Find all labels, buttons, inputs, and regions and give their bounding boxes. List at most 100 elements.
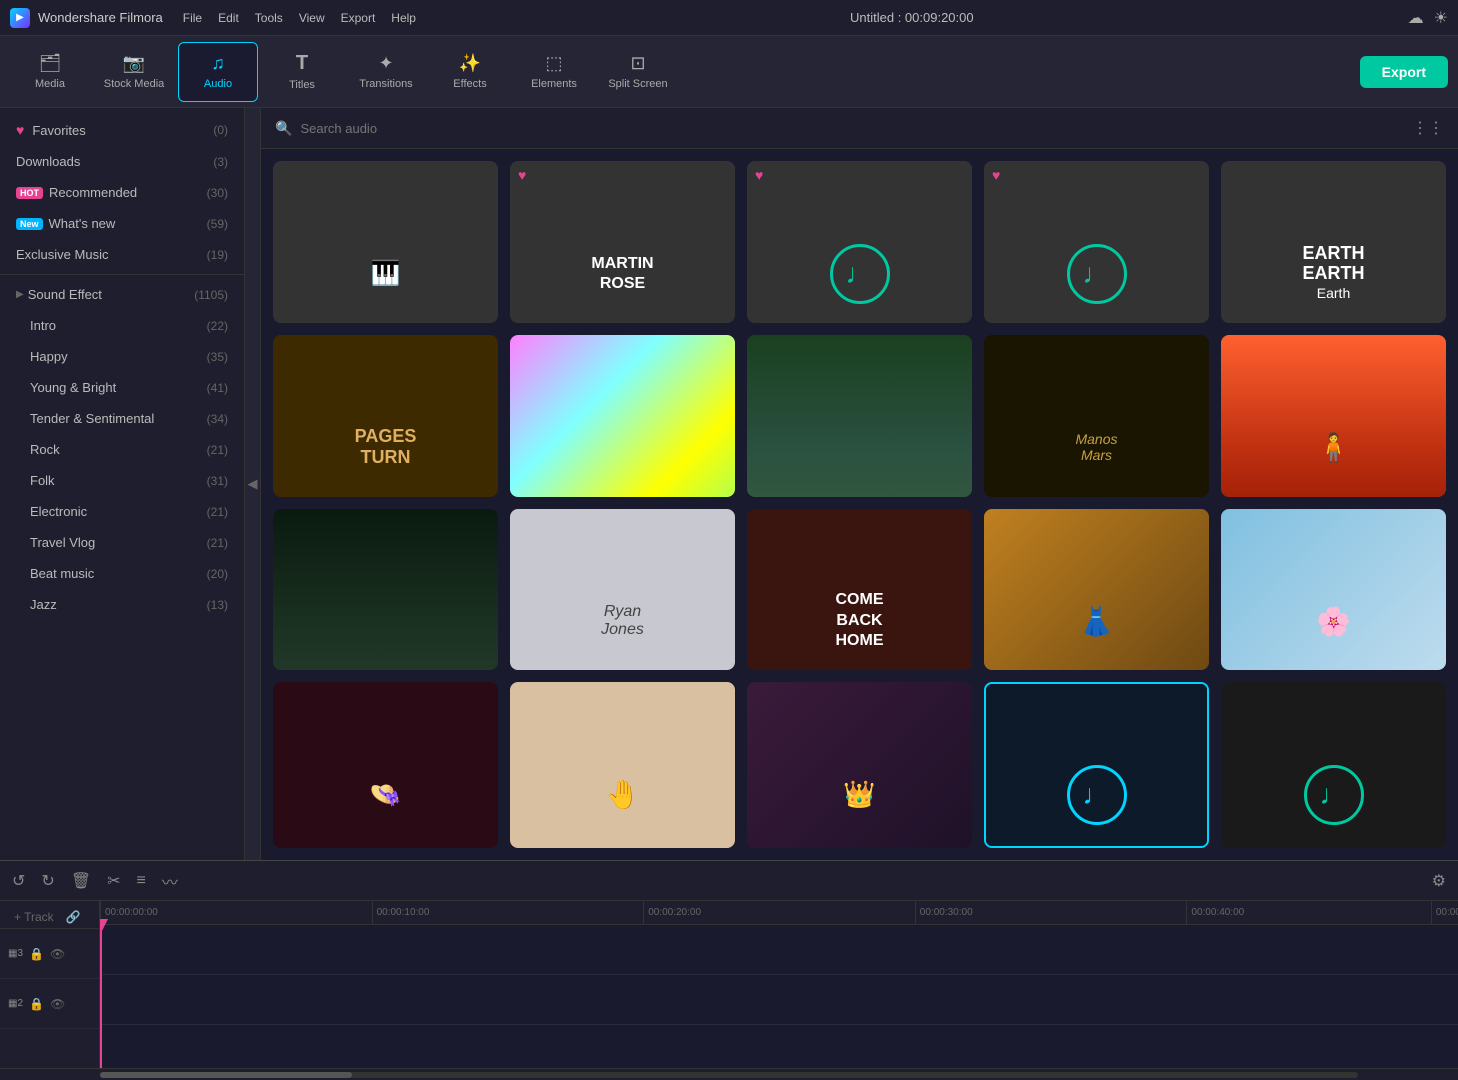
cut-button[interactable]: ✂: [107, 871, 120, 891]
add-track-button[interactable]: + Track: [8, 908, 60, 926]
audio-card-summer-time[interactable]: 🌸 ⬇ Summer Time: [1221, 509, 1446, 671]
audio-grid: 🎹 ⬇ A Story ♥ MARTINROSE ⬇ Martin Rose -…: [261, 149, 1458, 860]
timeline-settings-button[interactable]: ⚙: [1432, 871, 1446, 891]
toolbar-audio[interactable]: ♫ Audio: [178, 42, 258, 102]
audio-card-boy-got-style[interactable]: 👗 ⬇ Boy got style: [984, 509, 1209, 671]
music-disc-video-game: ♩: [1304, 765, 1364, 825]
undo-button[interactable]: ↺: [12, 871, 25, 891]
export-button[interactable]: Export: [1360, 56, 1448, 88]
link-button[interactable]: 🔗: [60, 908, 87, 926]
audio-card-around-corner[interactable]: 👒 ⬇ Around The Corner: [273, 682, 498, 848]
audio-card-a-story[interactable]: 🎹 ⬇ A Story: [273, 161, 498, 323]
sidebar-item-intro[interactable]: Intro (22): [0, 310, 244, 341]
bottom-scrollbar[interactable]: [0, 1068, 1458, 1080]
playhead[interactable]: [100, 925, 102, 1068]
search-bar: 🔍 ⋮⋮: [261, 108, 1458, 149]
audio-card-action-hero[interactable]: ♥ ♩ ⬇ Action Hero Anthem: [747, 161, 972, 323]
audio-card-catwalk-queen[interactable]: 👑 ⬇ Catwalk queen: [747, 682, 972, 848]
delete-button[interactable]: 🗑: [71, 871, 91, 891]
menu-export[interactable]: Export: [341, 11, 376, 25]
sidebar-item-travel-vlog[interactable]: Travel Vlog (21): [0, 527, 244, 558]
sidebar-item-downloads[interactable]: Downloads (3): [0, 146, 244, 177]
waveform-button[interactable]: 〰: [162, 869, 178, 893]
intro-count: (22): [207, 319, 228, 333]
search-input[interactable]: [300, 121, 1404, 136]
sidebar-item-recommended[interactable]: HOT Recommended (30): [0, 177, 244, 208]
toolbar-effects[interactable]: ✨ Effects: [430, 42, 510, 102]
audio-card-perfect-muse[interactable]: ⬇ Perfect Muse - Black Gol...: [510, 335, 735, 497]
jazz-label: Jazz: [30, 597, 203, 612]
menu-help[interactable]: Help: [391, 11, 416, 25]
audio-card-earth[interactable]: EARTHEARTHEarth ⬇ Earth - The Rhythm Of …: [1221, 161, 1446, 323]
audio-card-video-game-jump[interactable]: ♩ ⬇ Video Game Jump: [1221, 682, 1446, 848]
audio-card-page-turn[interactable]: ♩ Page Turn: [984, 682, 1209, 848]
grid-view-icon[interactable]: ⋮⋮: [1412, 118, 1444, 138]
jazz-count: (13): [207, 598, 228, 612]
elements-label: Elements: [531, 78, 577, 90]
menu-file[interactable]: File: [183, 11, 202, 25]
sidebar-item-sound-effect[interactable]: ▶ Sound Effect (1105): [0, 279, 244, 310]
bottom-scroll-thumb[interactable]: [100, 1072, 352, 1078]
sound-effect-count: (1105): [194, 288, 228, 302]
downloads-label: Downloads: [16, 154, 209, 169]
audio-card-cacoun[interactable]: 🤚 ⬇ Cacoun: [510, 682, 735, 848]
audio-card-red-echoes[interactable]: 🧍 ⬇ Red Echoes - The Last P...: [1221, 335, 1446, 497]
sidebar-item-happy[interactable]: Happy (35): [0, 341, 244, 372]
track-2-eye-icon[interactable]: 👁: [50, 997, 65, 1011]
audio-card-low-tree[interactable]: COMEBACKHOME ⬇ Low Tree - Come Back H...: [747, 509, 972, 671]
menu-edit[interactable]: Edit: [218, 11, 239, 25]
ruler-mark-1: 00:00:10:00: [372, 901, 430, 924]
menu-tools[interactable]: Tools: [255, 11, 283, 25]
audio-thumb-perfect-muse: ⬇: [510, 335, 735, 497]
track-2-lock-icon[interactable]: 🔒: [29, 997, 44, 1011]
redo-button[interactable]: ↻: [41, 871, 54, 891]
toolbar-elements[interactable]: ⬚ Elements: [514, 42, 594, 102]
sidebar-item-folk[interactable]: Folk (31): [0, 465, 244, 496]
audio-card-drift[interactable]: PAGESTURN ⬇ Drift - Pages Turn: [273, 335, 498, 497]
cloud-icon[interactable]: ☁: [1408, 8, 1424, 28]
sidebar-divider: [0, 274, 244, 275]
sidebar-item-rock[interactable]: Rock (21): [0, 434, 244, 465]
sidebar-item-whats-new[interactable]: New What's new (59): [0, 208, 244, 239]
sidebar-item-young-bright[interactable]: Young & Bright (41): [0, 372, 244, 403]
sidebar-item-tender[interactable]: Tender & Sentimental (34): [0, 403, 244, 434]
split-icon: ⊡: [630, 53, 645, 74]
toolbar-media[interactable]: 🗂 Media: [10, 42, 90, 102]
audio-thumb-catwalk-queen: 👑 ⬇: [747, 682, 972, 848]
track-3-id: ▦3: [8, 948, 23, 959]
audio-card-intro-bass[interactable]: ♥ ♩ ⬇ Intro Bass: [984, 161, 1209, 323]
sidebar-item-favorites[interactable]: ♥ Favorites (0): [0, 114, 244, 146]
app-icon: ▶: [10, 8, 30, 28]
beat-music-label: Beat music: [30, 566, 203, 581]
audio-card-garret1[interactable]: ⬇ Garret Bevins - Infinite - ...: [747, 335, 972, 497]
audio-card-manos-mars[interactable]: ManosMars ⬇ Manos Mars - The Tunning: [984, 335, 1209, 497]
titles-label: Titles: [289, 79, 315, 91]
sidebar-item-jazz[interactable]: Jazz (13): [0, 589, 244, 620]
audio-card-martin-rose[interactable]: ♥ MARTINROSE ⬇ Martin Rose - Riding On: [510, 161, 735, 323]
media-label: Media: [35, 78, 65, 90]
audio-thumb-red-echoes: 🧍 ⬇: [1221, 335, 1446, 497]
recommended-count: (30): [207, 186, 228, 200]
brightness-icon[interactable]: ☀: [1434, 8, 1448, 28]
toolbar-transitions[interactable]: ✦ Transitions: [346, 42, 426, 102]
media-icon: 🗂: [39, 53, 62, 74]
track-3-lock-icon[interactable]: 🔒: [29, 947, 44, 961]
sidebar-collapse-arrow[interactable]: ◀: [245, 108, 261, 860]
audio-card-ryan-jones[interactable]: RyanJones ⬇ Ryan Jones - Blink: [510, 509, 735, 671]
music-disc-intro-bass: ♩: [1067, 244, 1127, 304]
sidebar-item-beat-music[interactable]: Beat music (20): [0, 558, 244, 589]
sidebar-item-exclusive[interactable]: Exclusive Music (19): [0, 239, 244, 270]
toolbar-split-screen[interactable]: ⊡ Split Screen: [598, 42, 678, 102]
sidebar-item-electronic[interactable]: Electronic (21): [0, 496, 244, 527]
audio-card-garret2[interactable]: ⬇ Garret Bevins - Infinite - ...: [273, 509, 498, 671]
audio-settings-button[interactable]: ≡: [137, 872, 146, 890]
ruler-mark-2: 00:00:20:00: [643, 901, 701, 924]
track-row-3: [100, 925, 1458, 975]
track-3-eye-icon[interactable]: 👁: [50, 947, 65, 961]
menu-view[interactable]: View: [299, 11, 325, 25]
ruler-mark-3: 00:00:30:00: [915, 901, 973, 924]
heart-overlay-icon: ♥: [518, 167, 526, 183]
audio-thumb-page-turn: ♩: [986, 684, 1207, 848]
toolbar-stock-media[interactable]: 📷 Stock Media: [94, 42, 174, 102]
toolbar-titles[interactable]: T Titles: [262, 42, 342, 102]
